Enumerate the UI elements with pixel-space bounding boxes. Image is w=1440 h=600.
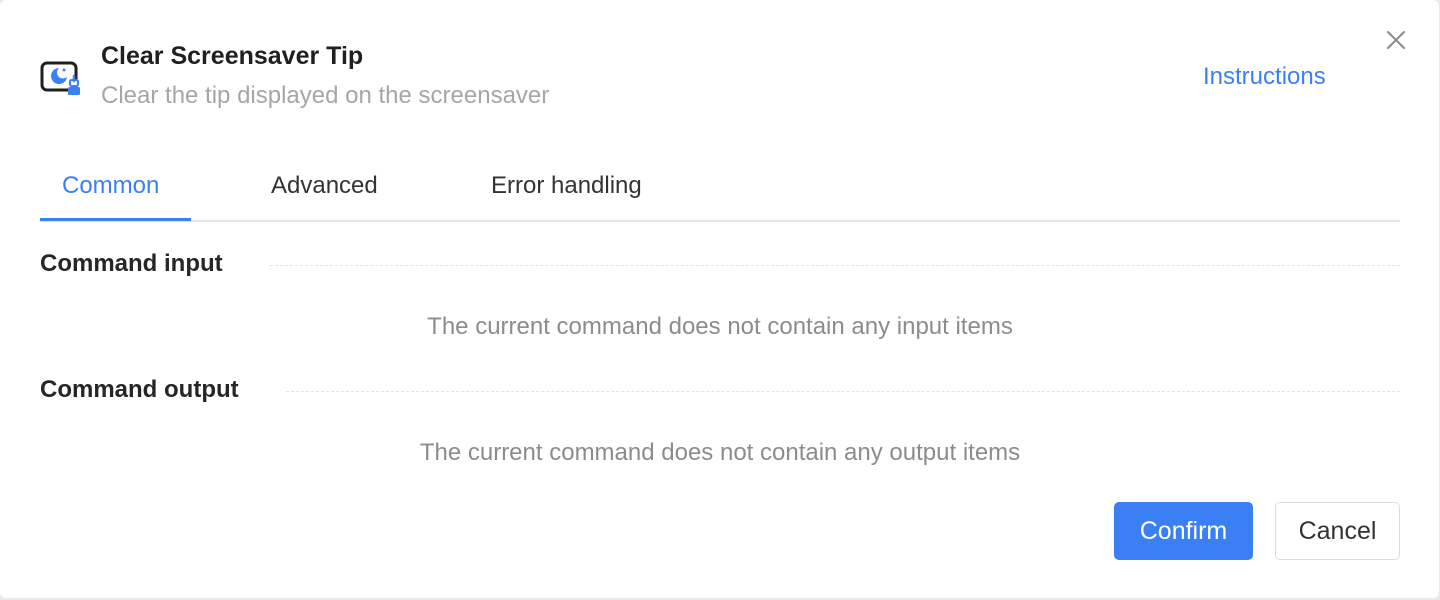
active-tab-indicator [40,218,191,221]
section-divider [286,391,1400,392]
close-icon [1387,31,1405,49]
confirm-button[interactable]: Confirm [1114,502,1253,560]
tab-bar: Common Advanced Error handling [40,160,1400,222]
screensaver-tip-dialog: Clear Screensaver Tip Clear the tip disp… [0,0,1439,598]
cancel-button[interactable]: Cancel [1275,502,1400,560]
tab-common[interactable]: Common [62,172,159,200]
tab-error-handling[interactable]: Error handling [491,172,642,200]
section-title-command-output: Command output [40,376,245,404]
screensaver-clear-icon [40,60,82,100]
section-divider [270,265,1400,266]
tab-advanced[interactable]: Advanced [271,172,378,200]
dialog-title: Clear Screensaver Tip [101,42,364,70]
dialog-subtitle: Clear the tip displayed on the screensav… [101,82,550,109]
section-title-command-input: Command input [40,250,229,278]
input-empty-message: The current command does not contain any… [427,313,1013,340]
instructions-link[interactable]: Instructions [1203,63,1326,91]
close-button[interactable] [1384,28,1408,52]
output-empty-message: The current command does not contain any… [419,439,1021,466]
